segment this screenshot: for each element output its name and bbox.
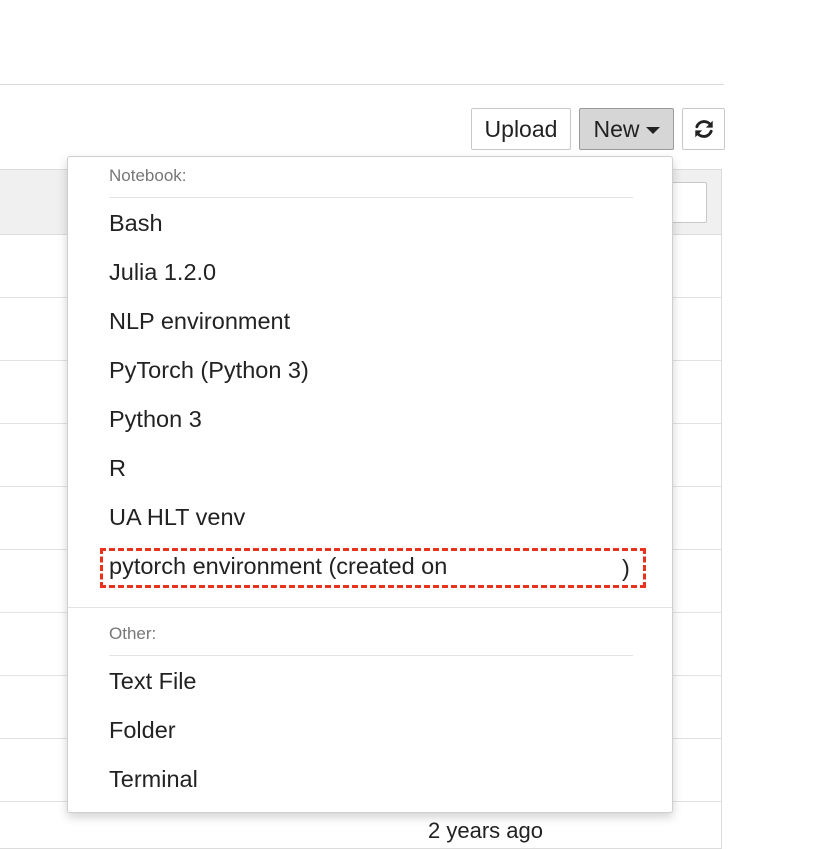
notebook-section-header: Notebook: (109, 166, 187, 185)
notebook-header-rule (109, 197, 633, 198)
new-dropdown-menu: Notebook: Bash Julia 1.2.0 NLP environme… (67, 156, 673, 813)
other-header-rule (109, 655, 633, 656)
menu-item-python3[interactable]: Python 3 (109, 406, 202, 433)
menu-item-text-file[interactable]: Text File (109, 668, 197, 695)
caret-down-icon (645, 127, 660, 134)
new-button-label: New (593, 115, 640, 142)
menu-item-julia[interactable]: Julia 1.2.0 (109, 259, 216, 286)
header-divider (0, 84, 724, 85)
last-modified-text: 2 years ago (428, 818, 543, 843)
menu-item-terminal[interactable]: Terminal (109, 766, 198, 793)
menu-section-divider (68, 607, 672, 608)
other-section-header: Other: (109, 624, 157, 643)
menu-item-bash[interactable]: Bash (109, 210, 163, 237)
highlight-annotation-box (100, 548, 646, 588)
menu-item-folder[interactable]: Folder (109, 717, 176, 744)
refresh-icon (694, 120, 713, 138)
menu-item-pytorch-python3[interactable]: PyTorch (Python 3) (109, 357, 309, 384)
menu-item-r[interactable]: R (109, 455, 126, 482)
menu-item-nlp-environment[interactable]: NLP environment (109, 308, 290, 335)
upload-button[interactable]: Upload (471, 108, 571, 150)
refresh-button[interactable] (682, 108, 725, 150)
menu-item-ua-hlt-venv[interactable]: UA HLT venv (109, 504, 245, 531)
new-button[interactable]: New (579, 108, 674, 150)
